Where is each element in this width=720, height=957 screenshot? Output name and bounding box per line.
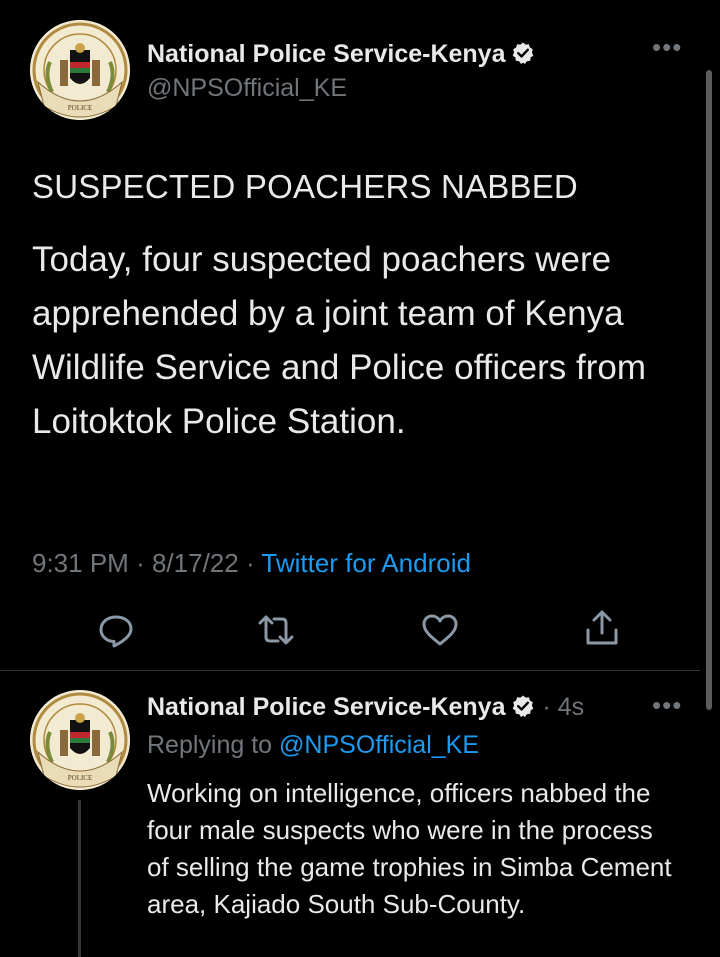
author-name-row: National Police Service-Kenya	[147, 40, 535, 69]
author-name[interactable]: National Police Service-Kenya	[147, 40, 505, 68]
svg-text:POLICE: POLICE	[68, 104, 93, 112]
author-handle[interactable]: @NPSOfficial_KE	[147, 74, 347, 103]
replying-to-line: Replying to @NPSOfficial_KE	[147, 731, 479, 760]
reply-body: Working on intelligence, officers nabbed…	[147, 778, 672, 919]
verified-badge-icon	[513, 42, 534, 64]
tweet-time: 9:31 PM	[32, 548, 129, 578]
tweet-body: Today, four suspected poachers were appr…	[32, 240, 647, 441]
share-icon[interactable]	[582, 608, 622, 648]
reply-author-row: National Police Service-Kenya · 4s	[147, 693, 584, 722]
verified-badge-icon	[513, 695, 534, 717]
meta-separator: ·	[136, 548, 145, 578]
like-icon[interactable]	[420, 610, 460, 650]
author-avatar[interactable]: POLICE	[30, 20, 130, 120]
tweet-source-link[interactable]: Twitter for Android	[261, 548, 471, 578]
more-options-icon[interactable]: •••	[652, 32, 682, 63]
tweet-meta: 9:31 PM · 8/17/22 · Twitter for Android	[32, 548, 471, 579]
thread-line	[78, 800, 81, 957]
retweet-icon[interactable]	[256, 610, 296, 650]
replying-to-mention[interactable]: @NPSOfficial_KE	[279, 731, 479, 759]
reply-more-options-icon[interactable]: •••	[652, 690, 682, 721]
tweet-headline: SUSPECTED POACHERS NABBED	[32, 168, 578, 205]
meta-separator: ·	[245, 548, 255, 578]
scrollbar[interactable]	[706, 70, 712, 710]
reply-age-separator: ·	[535, 693, 558, 721]
reply-icon[interactable]	[96, 610, 136, 650]
replying-to-label: Replying to	[147, 731, 273, 759]
tweet-date: 8/17/22	[151, 548, 239, 578]
kenya-police-emblem-icon: POLICE	[30, 20, 130, 120]
reply-author-avatar[interactable]: POLICE	[30, 690, 130, 790]
svg-text:POLICE: POLICE	[68, 774, 93, 782]
tweet-divider	[0, 670, 700, 671]
kenya-police-emblem-icon: POLICE	[30, 690, 130, 790]
reply-age: 4s	[557, 693, 585, 721]
reply-author-name[interactable]: National Police Service-Kenya	[147, 693, 505, 721]
